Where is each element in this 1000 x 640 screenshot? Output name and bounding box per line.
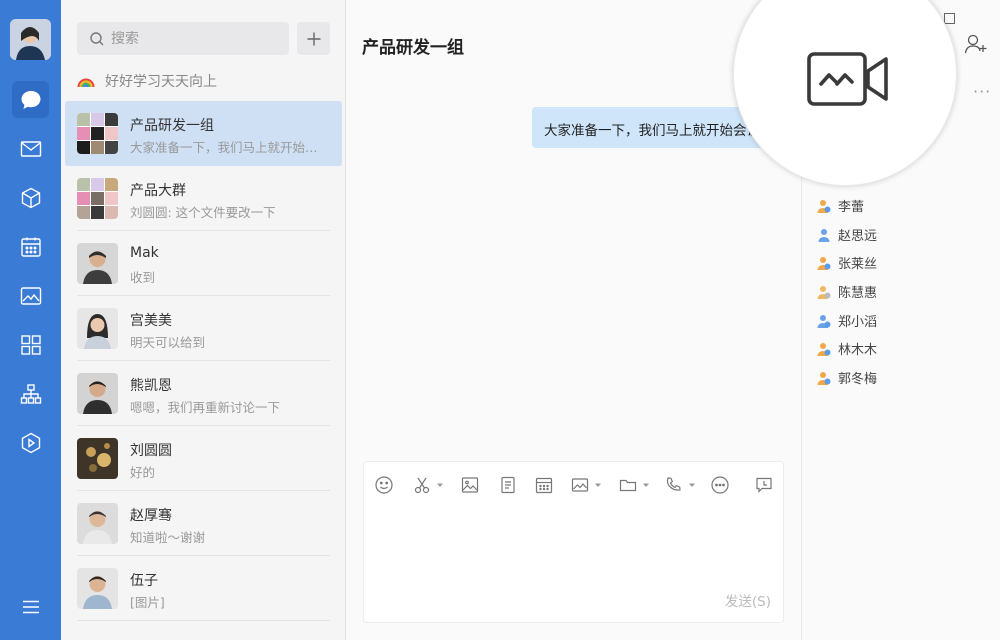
conversation-name: 产品大群	[130, 183, 186, 199]
avatar[interactable]	[10, 19, 51, 60]
avatar	[77, 503, 118, 544]
member-item[interactable]: 郑小滔	[816, 311, 877, 330]
apps-icon[interactable]	[12, 326, 49, 363]
member-name: 郑小滔	[838, 315, 878, 330]
conversation-list: 好好学习天天向上 产品研发一组 大家准备一下，我们马上就开始会议 产品大群 刘圆…	[61, 0, 346, 640]
document-icon[interactable]	[498, 474, 518, 496]
search-input[interactable]	[111, 30, 281, 47]
avatar	[77, 373, 118, 414]
conversation-name: 产品研发一组	[130, 118, 214, 134]
search-icon	[90, 31, 104, 45]
conversation-preview: 知道啦～谢谢	[130, 530, 206, 545]
avatar	[77, 243, 118, 284]
list-item[interactable]: 产品大群 刘圆圆: 这个文件要改一下	[65, 166, 342, 231]
group-avatar	[77, 113, 118, 154]
conversation-preview: 大家准备一下，我们马上就开始会议	[130, 140, 326, 155]
calendar-icon[interactable]	[534, 474, 554, 496]
composer-toolbar	[374, 474, 774, 496]
member-icon	[817, 199, 831, 213]
cube-icon[interactable]	[12, 179, 49, 216]
rainbow-icon	[77, 78, 95, 88]
conversation-preview: 刘圆圆: 这个文件要改一下	[130, 205, 276, 220]
list-item[interactable]: 刘圆圆 好的	[65, 426, 342, 491]
avatar	[77, 568, 118, 609]
avatar	[77, 308, 118, 349]
list-item[interactable]: 宫美美 明天可以给到	[65, 296, 342, 361]
list-item[interactable]: Mak 收到	[65, 231, 342, 296]
image-icon[interactable]	[460, 474, 480, 496]
list-item[interactable]: 产品研发一组 大家准备一下，我们马上就开始会议	[65, 101, 342, 166]
avatar	[77, 438, 118, 479]
folder-icon[interactable]	[618, 474, 650, 496]
mail-icon[interactable]	[12, 130, 49, 167]
search-box[interactable]	[77, 22, 289, 55]
more-options-icon[interactable]: ···	[973, 82, 991, 101]
member-item[interactable]: 陈慧惠	[816, 282, 877, 301]
more-icon[interactable]	[710, 474, 730, 496]
motto-text: 好好学习天天向上	[105, 74, 217, 90]
member-icon	[817, 342, 831, 356]
hexagon-play-icon[interactable]	[12, 424, 49, 461]
message-composer[interactable]: 发送(S)	[363, 461, 784, 623]
conversation-name: 刘圆圆	[130, 443, 172, 459]
chat-panel: 产品研发一组 大家准备一下，我们马上就开始会议 发送(S)	[346, 0, 801, 640]
conversation-name: Mak	[130, 245, 159, 261]
list-item[interactable]: 熊凯恩 嗯嗯，我们再重新讨论一下	[65, 361, 342, 426]
conversation-name: 伍子	[130, 573, 158, 589]
member-item[interactable]: 郭冬梅	[816, 368, 877, 387]
message-bubble: 大家准备一下，我们马上就开始会议	[532, 107, 772, 148]
maximize-icon[interactable]	[944, 13, 955, 24]
emoji-icon[interactable]	[374, 474, 394, 496]
member-name: 林木木	[838, 343, 878, 358]
member-item[interactable]: 林木木	[816, 339, 877, 358]
member-item[interactable]: 张莱丝	[816, 253, 877, 272]
page-title: 产品研发一组	[362, 38, 464, 58]
member-name: 陈慧惠	[838, 286, 878, 301]
conversation-name: 熊凯恩	[130, 378, 172, 394]
member-icon	[817, 314, 831, 328]
conversation-name: 宫美美	[130, 313, 172, 329]
list-item[interactable]: 赵厚骞 知道啦～谢谢	[65, 491, 342, 556]
conversation-preview: 好的	[130, 465, 156, 480]
member-icon	[817, 256, 831, 270]
phone-icon[interactable]	[664, 474, 696, 496]
conversation-preview: 收到	[130, 270, 156, 285]
member-icon	[817, 371, 831, 385]
group-avatar	[77, 178, 118, 219]
plus-icon	[307, 32, 320, 45]
nav-rail	[0, 0, 61, 640]
menu-icon[interactable]	[12, 588, 49, 625]
member-item[interactable]: 李蕾	[816, 196, 864, 215]
member-item[interactable]: 赵思远	[816, 225, 877, 244]
send-button[interactable]: 发送(S)	[725, 590, 771, 610]
org-chart-icon[interactable]	[12, 375, 49, 412]
chat-icon[interactable]	[12, 81, 49, 118]
scissors-icon[interactable]	[412, 474, 444, 496]
member-name: 郭冬梅	[838, 372, 878, 387]
motto: 好好学习天天向上	[77, 71, 217, 91]
video-call-icon[interactable]	[806, 51, 892, 107]
conversation-name: 赵厚骞	[130, 508, 172, 524]
member-name: 张莱丝	[838, 257, 878, 272]
list-item[interactable]: 伍子 [图片]	[65, 556, 342, 621]
add-member-icon[interactable]	[964, 33, 988, 55]
member-name: 李蕾	[838, 200, 865, 215]
photo-icon[interactable]	[12, 277, 49, 314]
conversation-preview: 嗯嗯，我们再重新讨论一下	[130, 400, 281, 415]
calendar-icon[interactable]	[12, 228, 49, 265]
member-name: 赵思远	[838, 229, 878, 244]
add-button[interactable]	[297, 22, 330, 55]
history-icon[interactable]	[754, 474, 774, 496]
conversation-preview: [图片]	[130, 595, 165, 610]
conversation-preview: 明天可以给到	[130, 335, 206, 350]
member-icon	[818, 228, 830, 242]
member-icon	[817, 285, 831, 299]
screenshot-icon[interactable]	[570, 474, 602, 496]
